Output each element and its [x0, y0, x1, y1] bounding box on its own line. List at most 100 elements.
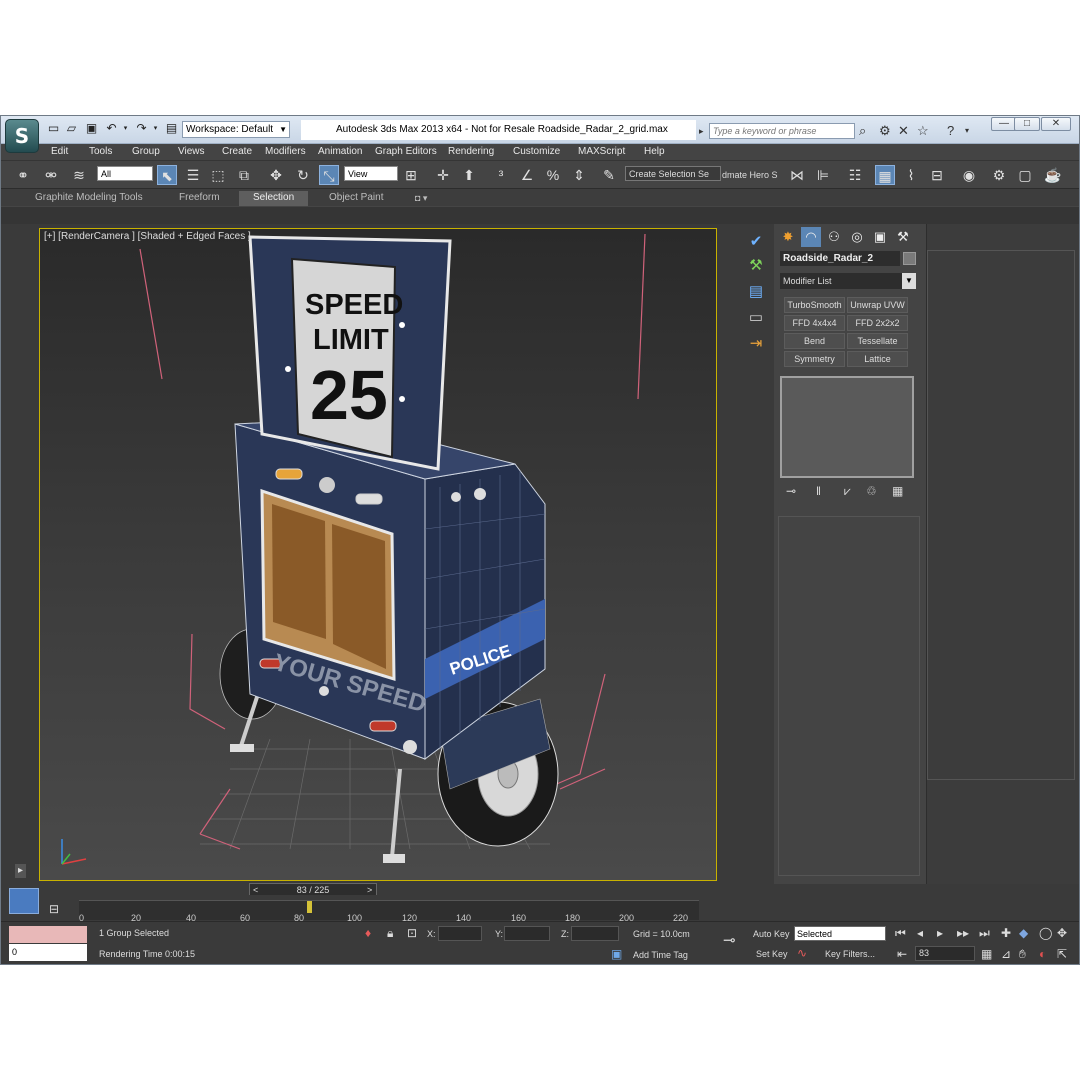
configure-modifier-sets-icon[interactable]: ▦ — [892, 484, 903, 498]
project-folder-icon[interactable]: ▤ — [165, 122, 178, 135]
menu-create[interactable]: Create — [222, 145, 252, 159]
render-setup-icon[interactable]: ⚙ — [989, 165, 1009, 185]
check-icon[interactable]: ✔ — [745, 232, 767, 252]
menu-maxscript[interactable]: MAXScript — [578, 145, 625, 159]
viewport-label[interactable]: [+] [RenderCamera ] [Shaded + Edged Face… — [44, 231, 251, 242]
next-frame-icon[interactable]: ▸▸ — [957, 926, 969, 940]
angle-snap-icon[interactable]: ∠ — [517, 165, 537, 185]
modifier-button-unwrap-uvw[interactable]: Unwrap UVW — [847, 297, 908, 313]
menu-group[interactable]: Group — [132, 145, 160, 159]
hierarchy-tab-icon[interactable]: ⚇ — [824, 227, 844, 247]
select-manipulate-icon[interactable]: ✛ — [433, 165, 453, 185]
menu-rendering[interactable]: Rendering — [448, 145, 494, 159]
save-icon[interactable]: ▣ — [85, 122, 98, 135]
y-coordinate-field[interactable] — [504, 926, 550, 941]
selection-lock-icon[interactable]: 🔒︎ — [387, 926, 393, 940]
z-coordinate-field[interactable] — [571, 926, 619, 941]
time-configuration-icon[interactable]: ▦ — [981, 947, 992, 961]
redo-dropdown-icon[interactable]: ▾ — [149, 122, 162, 135]
scale-icon[interactable]: ⤡ — [319, 165, 339, 185]
percent-snap-icon[interactable]: % — [543, 165, 563, 185]
open-file-icon[interactable]: ▱ — [65, 122, 78, 135]
menu-edit[interactable]: Edit — [51, 145, 68, 159]
workspace-dropdown[interactable]: Workspace: Default ▼ — [182, 121, 290, 138]
curve-editor-icon[interactable]: ⌇ — [901, 165, 921, 185]
modifier-stack[interactable] — [780, 376, 914, 478]
graphite-toggle-icon[interactable]: ▦ — [875, 165, 895, 185]
selection-filter-dropdown[interactable]: All — [97, 166, 153, 181]
modifier-button-symmetry[interactable]: Symmetry — [784, 351, 845, 367]
material-editor-icon[interactable]: ◉ — [959, 165, 979, 185]
walk-through-icon[interactable]: ✋︎ — [1019, 947, 1026, 961]
unlink-icon[interactable]: ⚮ — [41, 165, 61, 185]
key-icon[interactable]: ⊸ — [723, 933, 736, 948]
maxscript-listener-macro[interactable] — [9, 926, 87, 943]
modifier-button-lattice[interactable]: Lattice — [847, 351, 908, 367]
open-mini-curve-editor-button[interactable] — [9, 888, 39, 914]
communication-icon[interactable]: ✕ — [898, 124, 909, 138]
exit-door-icon[interactable]: ⇥ — [745, 334, 767, 354]
maximize-toggle-icon[interactable]: ⇱ — [1057, 947, 1067, 961]
object-name-field[interactable]: Roadside_Radar_2 — [780, 251, 900, 266]
x-coordinate-field[interactable] — [438, 926, 482, 941]
menu-views[interactable]: Views — [178, 145, 205, 159]
go-to-start-icon[interactable]: ⏮︎ — [895, 926, 906, 940]
maximize-viewport-icon[interactable]: ◯ — [1039, 926, 1052, 940]
menu-modifiers[interactable]: Modifiers — [265, 145, 306, 159]
previous-frame-icon[interactable]: ◂ — [917, 926, 923, 940]
render-production-icon[interactable]: ☕ — [1043, 165, 1063, 185]
snaps-toggle-icon[interactable]: ³ — [491, 165, 511, 185]
menu-animation[interactable]: Animation — [318, 145, 362, 159]
key-filters-button[interactable]: Key Filters... — [825, 949, 875, 959]
go-to-end-icon[interactable]: ⏭︎ — [979, 926, 990, 940]
rotate-icon[interactable]: ↻ — [293, 165, 313, 185]
utilities-tab-icon[interactable]: ⚒ — [893, 227, 913, 247]
maxscript-listener-input[interactable]: 0 — [9, 944, 87, 961]
help-dropdown-icon[interactable]: ▾ — [965, 124, 969, 138]
rectangular-selection-icon[interactable]: ⬚ — [208, 165, 228, 185]
zoom-region-icon[interactable]: ⊿ — [1001, 947, 1011, 961]
subscription-icon[interactable]: ⚙ — [879, 124, 891, 138]
mirror-icon[interactable]: ⋈ — [787, 165, 807, 185]
pan-view-icon[interactable]: ✥ — [1057, 926, 1067, 940]
bind-spacewarp-icon[interactable]: ≋ — [69, 165, 89, 185]
keyboard-shortcut-override-icon[interactable]: ⬆ — [459, 165, 479, 185]
show-end-result-icon[interactable]: ‖ — [816, 484, 821, 498]
spinner-snap-icon[interactable]: ⇕ — [569, 165, 589, 185]
rendered-frame-window-icon[interactable]: ▢ — [1015, 165, 1035, 185]
select-object-icon[interactable]: ⬉ — [157, 165, 177, 185]
maximize-button[interactable]: □ — [1014, 117, 1040, 131]
edit-named-selection-icon[interactable]: ✎ — [599, 165, 619, 185]
redo-icon[interactable]: ↷ — [135, 122, 148, 135]
make-unique-icon[interactable]: ⩗ — [844, 484, 851, 499]
ribbon-options-icon[interactable]: ◘ ▾ — [407, 191, 435, 206]
modifier-list-dropdown[interactable]: Modifier List ▼ — [780, 273, 916, 289]
undo-dropdown-icon[interactable]: ▾ — [119, 122, 132, 135]
tab-selection[interactable]: Selection — [239, 191, 309, 206]
add-time-tag-button[interactable]: Add Time Tag — [633, 950, 688, 960]
current-frame-field[interactable]: 83 — [915, 946, 975, 961]
key-curve-icon[interactable]: ∿ — [797, 946, 807, 960]
reference-coordinate-dropdown[interactable]: View — [344, 166, 398, 181]
play-icon[interactable]: ▸ — [937, 926, 943, 940]
modifier-button-tessellate[interactable]: Tessellate — [847, 333, 908, 349]
viewport-expand-icon[interactable]: ▸ — [15, 864, 27, 878]
menu-tools[interactable]: Tools — [89, 145, 112, 159]
modifier-button-turbosmooth[interactable]: TurboSmooth — [784, 297, 845, 313]
absolute-mode-icon[interactable]: ⊡ — [407, 926, 417, 940]
layer-manager-icon[interactable]: ☷ — [845, 165, 865, 185]
zoom-extents-icon[interactable]: ✚ — [1001, 926, 1011, 940]
perspective-viewport[interactable]: YOUR SPEED POLICE SPEED LIMIT 25 [+] [Re… — [39, 228, 717, 881]
close-button[interactable]: ✕ — [1041, 117, 1071, 131]
window-crossing-icon[interactable]: ⧉ — [234, 165, 254, 185]
key-mode-toggle-icon[interactable]: ⇤ — [897, 947, 907, 961]
schematic-view-icon[interactable]: ⊟ — [927, 165, 947, 185]
named-selection-set-dropdown[interactable]: Create Selection Se — [625, 166, 721, 181]
modify-tab-icon[interactable]: ◠ — [801, 227, 821, 247]
expand-arrow-icon[interactable]: ▸ — [699, 124, 704, 138]
motion-tab-icon[interactable]: ◎ — [847, 227, 867, 247]
menu-customize[interactable]: Customize — [513, 145, 560, 159]
menu-graph-editors[interactable]: Graph Editors — [375, 145, 437, 159]
set-key-button[interactable]: Set Key — [756, 949, 788, 959]
frame-ruler[interactable]: 0 20 40 60 80 100 120 140 160 180 200 22… — [79, 900, 699, 923]
